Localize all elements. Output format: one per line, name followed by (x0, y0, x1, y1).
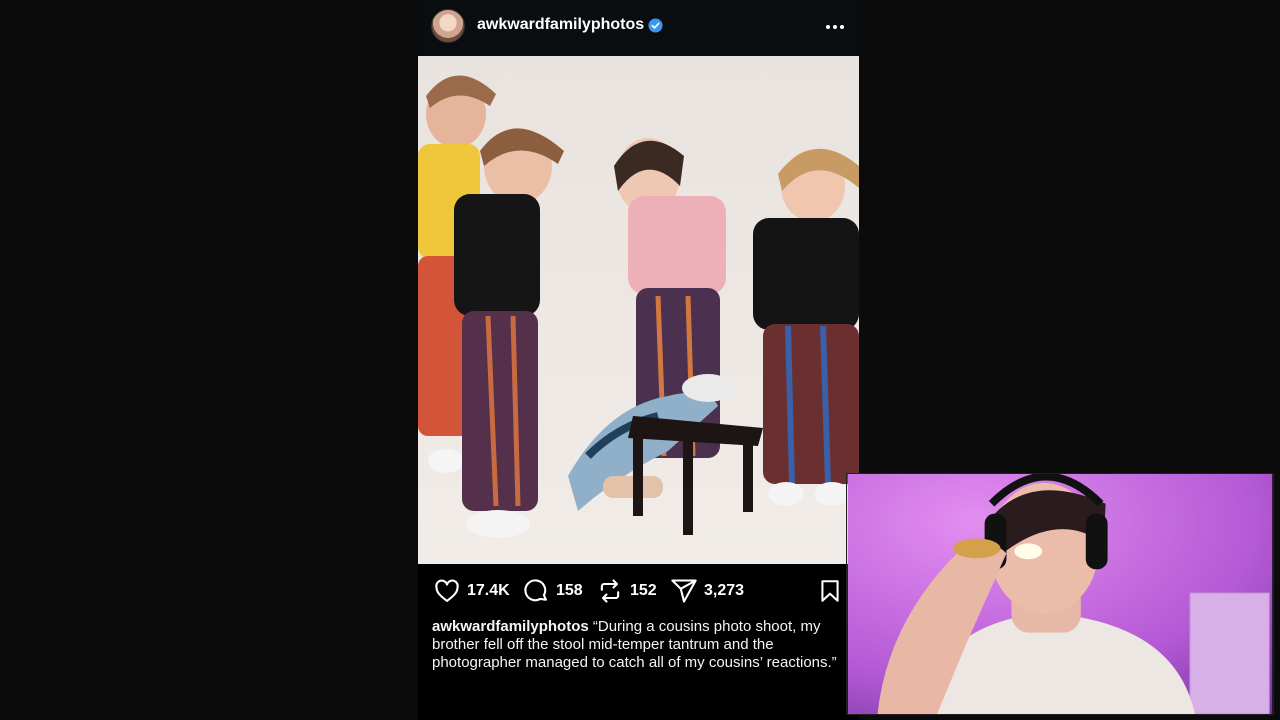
repost-action[interactable]: 152 (596, 577, 657, 605)
share-action[interactable]: 3,273 (670, 577, 744, 605)
post-caption: awkwardfamilyphotos “During a cousins ph… (432, 618, 847, 672)
post-username[interactable]: awkwardfamilyphotos (477, 16, 644, 34)
repost-count: 152 (630, 582, 657, 599)
post-photo[interactable] (418, 56, 859, 564)
profile-avatar[interactable] (431, 9, 465, 43)
send-icon[interactable] (670, 577, 698, 605)
heart-icon[interactable] (433, 577, 461, 605)
comment-count: 158 (556, 582, 583, 599)
more-horizontal-icon[interactable] (823, 15, 847, 39)
share-count: 3,273 (704, 582, 745, 599)
verified-badge-icon (648, 18, 663, 33)
like-action[interactable]: 17.4K (433, 577, 510, 605)
streamer-webcam (846, 473, 1274, 715)
comment-action[interactable]: 158 (522, 577, 583, 605)
bookmark-icon[interactable] (817, 578, 843, 604)
instagram-post: awkwardfamilyphotos 17.4K 158 152 3,273 … (418, 0, 859, 720)
comment-icon[interactable] (522, 577, 550, 605)
post-header: awkwardfamilyphotos (418, 0, 859, 56)
like-count: 17.4K (467, 582, 510, 599)
caption-username[interactable]: awkwardfamilyphotos (432, 618, 589, 635)
post-actions-bar: 17.4K 158 152 3,273 (418, 574, 859, 608)
repost-icon[interactable] (596, 577, 624, 605)
